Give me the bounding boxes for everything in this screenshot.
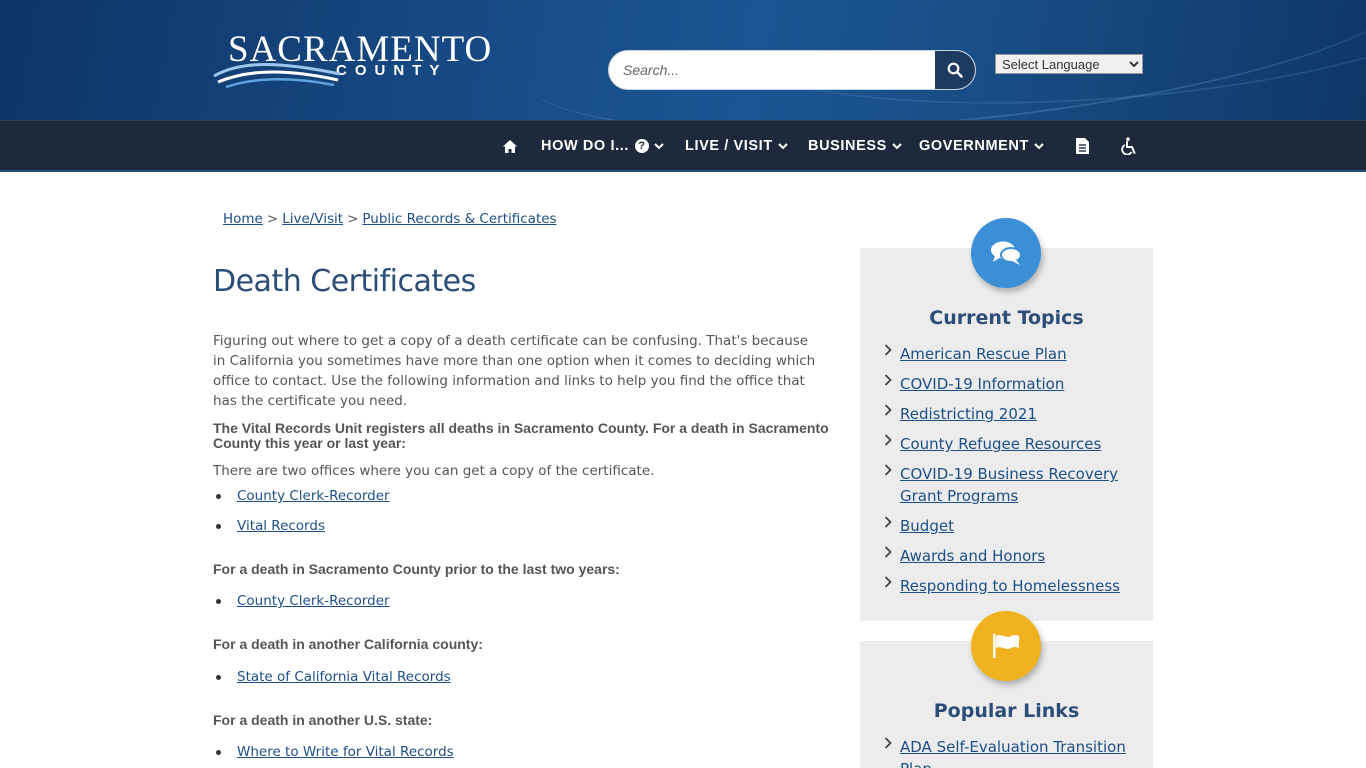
sidebar-link[interactable]: ADA Self-Evaluation Transition Plan (900, 736, 1134, 768)
nav-government[interactable]: GOVERNMENT (919, 121, 1044, 171)
bullet-icon (216, 493, 221, 499)
logo-subtext: COUNTY (336, 62, 448, 79)
county-clerk-recorder-link[interactable]: County Clerk-Recorder (237, 593, 390, 609)
chevron-right-icon (884, 576, 892, 588)
sidebar-link-item: Awards and Honors (884, 545, 1134, 567)
nav-business[interactable]: BUSINESS (808, 121, 902, 171)
breadcrumb: Home > Live/Visit > Public Records & Certifi… (223, 211, 557, 227)
current-topics-badge (971, 218, 1041, 288)
popular-links-title: Popular Links (933, 700, 1080, 722)
sidebar-link[interactable]: Awards and Honors (900, 545, 1134, 567)
chevron-right-icon (884, 374, 892, 386)
list-item: County Clerk-Recorder (216, 593, 390, 609)
section-heading: For a death in Sacramento County prior t… (213, 561, 620, 577)
chevron-down-icon (1034, 142, 1044, 150)
chevron-right-icon (884, 516, 892, 528)
nav-label: BUSINESS (808, 138, 887, 154)
main-navigation: HOW DO I... ? LIVE / VISIT BUSINESS GOVE… (0, 120, 1366, 172)
nav-home[interactable] (503, 121, 517, 171)
chevron-down-icon (654, 142, 664, 150)
bullet-icon (216, 674, 221, 680)
breadcrumb-separator: > (347, 211, 359, 227)
sidebar-link-item: County Refugee Resources (884, 433, 1134, 455)
nav-how-do-i[interactable]: HOW DO I... ? (541, 121, 664, 171)
breadcrumb-separator: > (266, 211, 279, 227)
chevron-down-icon (778, 142, 788, 150)
nav-label: LIVE / VISIT (685, 138, 773, 154)
logo-wave-icon (213, 63, 341, 89)
sidebar-link-item: Responding to Homelessness (884, 575, 1134, 597)
section-heading: The Vital Records Unit registers all dea… (213, 420, 829, 451)
search-input[interactable] (609, 51, 937, 89)
page-title: Death Certificates (213, 264, 476, 299)
flag-icon (993, 634, 1019, 658)
breadcrumb-home-link[interactable]: Home (223, 211, 263, 227)
list-item: Vital Records (216, 518, 325, 534)
sidebar-link[interactable]: Responding to Homelessness (900, 575, 1134, 597)
section-text: There are two offices where you can get … (213, 463, 655, 479)
bullet-icon (216, 523, 221, 529)
county-clerk-recorder-link[interactable]: County Clerk-Recorder (237, 488, 390, 504)
sidebar-link[interactable]: COVID-19 Business Recovery Grant Program… (900, 463, 1134, 507)
search-button[interactable] (935, 51, 975, 89)
chevron-right-icon (884, 546, 892, 558)
nav-live-visit[interactable]: LIVE / VISIT (685, 121, 788, 171)
language-select[interactable]: Select Language (995, 54, 1143, 74)
site-header: SACRAMENTO COUNTY Select Language (0, 0, 1366, 120)
sidebar-link-item: COVID-19 Business Recovery Grant Program… (884, 463, 1134, 507)
sidebar-link[interactable]: American Rescue Plan (900, 343, 1134, 365)
sidebar-link-item: Budget (884, 515, 1134, 537)
sidebar-link[interactable]: County Refugee Resources (900, 433, 1134, 455)
sidebar-link-item: American Rescue Plan (884, 343, 1134, 365)
document-icon (1076, 138, 1089, 154)
chevron-right-icon (884, 344, 892, 356)
breadcrumb-live-visit-link[interactable]: Live/Visit (282, 211, 343, 227)
chevron-right-icon (884, 464, 892, 476)
nav-accessibility[interactable] (1120, 121, 1138, 171)
vital-records-link[interactable]: Vital Records (237, 518, 325, 534)
chevron-right-icon (884, 404, 892, 416)
accessibility-icon (1121, 137, 1136, 155)
search-icon (947, 62, 963, 78)
sidebar-link-item: COVID-19 Information (884, 373, 1134, 395)
sidebar-link[interactable]: COVID-19 Information (900, 373, 1134, 395)
sidebar-link-item: ADA Self-Evaluation Transition Plan (884, 736, 1134, 768)
current-topics-title: Current Topics (929, 307, 1084, 329)
list-item: State of California Vital Records (216, 669, 451, 685)
chevron-right-icon (884, 737, 892, 749)
sidebar-link[interactable]: Budget (900, 515, 1134, 537)
bullet-icon (216, 598, 221, 604)
popular-links-badge (971, 611, 1041, 681)
nav-documents[interactable] (1075, 121, 1090, 171)
sidebar-link-item: Redistricting 2021 (884, 403, 1134, 425)
question-icon: ? (634, 139, 649, 153)
chevron-right-icon (884, 434, 892, 446)
comments-icon (991, 241, 1022, 265)
intro-paragraph: Figuring out where to get a copy of a de… (213, 333, 816, 409)
search-box (608, 50, 976, 90)
list-item: Where to Write for Vital Records (216, 744, 454, 760)
list-item: County Clerk-Recorder (216, 488, 390, 504)
site-logo[interactable]: SACRAMENTO COUNTY (212, 26, 491, 92)
home-icon (503, 139, 517, 153)
section-heading: For a death in another U.S. state: (213, 712, 433, 728)
where-to-write-link[interactable]: Where to Write for Vital Records (237, 744, 454, 760)
nav-label: GOVERNMENT (919, 138, 1029, 154)
bullet-icon (216, 749, 221, 755)
chevron-down-icon (892, 142, 902, 150)
sidebar-link[interactable]: Redistricting 2021 (900, 403, 1134, 425)
breadcrumb-public-records-link[interactable]: Public Records & Certificates (362, 211, 556, 227)
section-heading: For a death in another California county… (213, 636, 483, 652)
state-vital-records-link[interactable]: State of California Vital Records (237, 669, 451, 685)
nav-label: HOW DO I... (541, 138, 629, 154)
